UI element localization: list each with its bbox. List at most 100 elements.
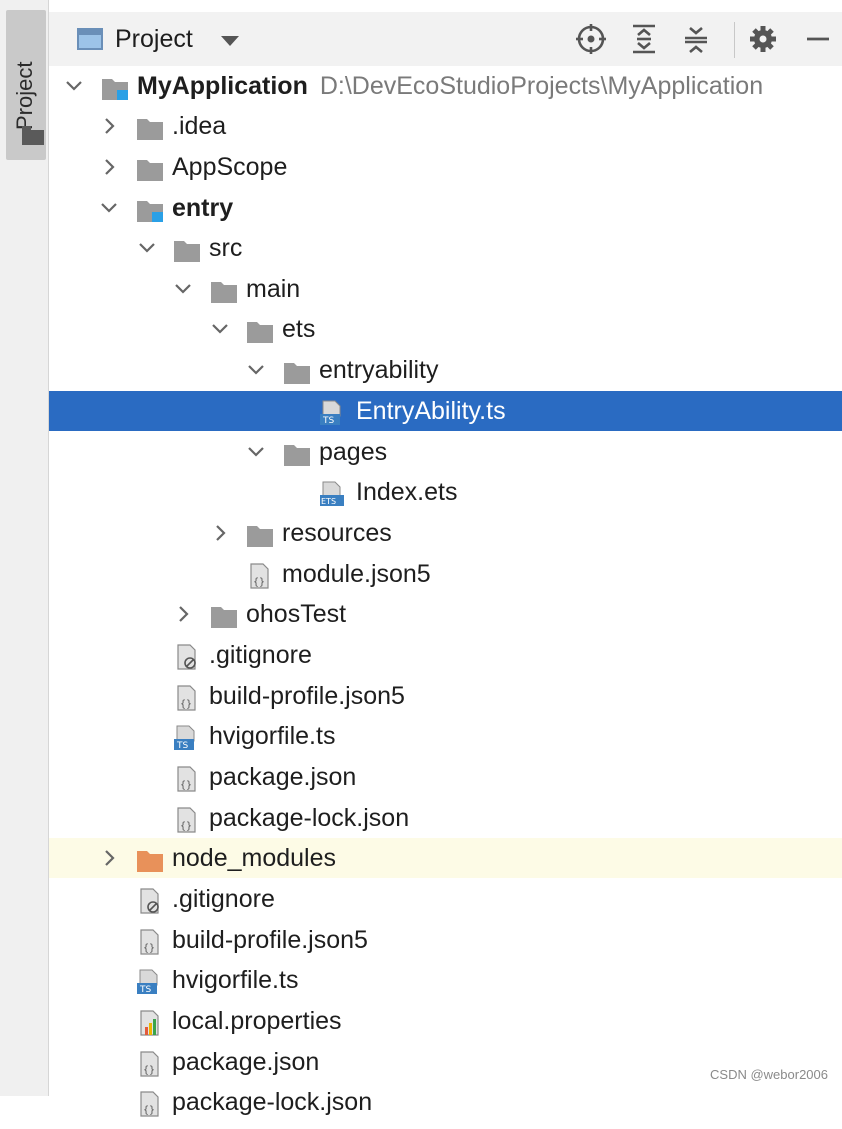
svg-text:{}: {}	[143, 1105, 155, 1116]
watermark: CSDN @webor2006	[710, 1067, 828, 1082]
tree-row-label: entry	[172, 194, 234, 222]
tree-row-label: package.json	[172, 1048, 320, 1076]
ts-file-icon: TS	[173, 723, 201, 751]
gitignore-file-icon	[173, 642, 201, 670]
expand-all-icon[interactable]	[627, 22, 661, 56]
svg-text:{}: {}	[143, 943, 155, 954]
tree-row-pages[interactable]: pages	[49, 432, 842, 472]
collapse-all-icon[interactable]	[679, 22, 713, 56]
chevron-down-icon[interactable]	[244, 350, 268, 390]
tree-row-entry-gitignore[interactable]: .gitignore	[49, 635, 842, 675]
svg-text:TS: TS	[176, 741, 188, 751]
tree-row-label: pages	[319, 438, 388, 466]
tree-row-label: build-profile.json5	[172, 926, 368, 954]
project-toolbar: Project	[49, 0, 842, 66]
folder-icon	[136, 154, 164, 181]
folder-icon	[283, 357, 311, 384]
tree-row-entry-package-lock[interactable]: {} package-lock.json	[49, 798, 842, 838]
tree-row-src[interactable]: src	[49, 228, 842, 268]
tree-row-root-hvigorfile[interactable]: TS hvigorfile.ts	[49, 960, 842, 1000]
tree-row-label: .idea	[172, 112, 227, 140]
tree-row-root-gitignore[interactable]: .gitignore	[49, 879, 842, 919]
module-folder-icon	[101, 73, 129, 100]
tree-row-node-modules[interactable]: node_modules	[49, 838, 842, 878]
ts-file-icon: TS	[136, 967, 164, 995]
tree-row-label: build-profile.json5	[209, 682, 405, 710]
tree-row-appscope[interactable]: AppScope	[49, 147, 842, 187]
chevron-down-icon[interactable]	[221, 36, 239, 46]
chevron-down-icon[interactable]	[97, 188, 121, 228]
excluded-folder-icon	[136, 845, 164, 872]
tree-row-label: entryability	[319, 356, 439, 384]
project-view-title[interactable]: Project	[115, 23, 193, 55]
chevron-down-icon[interactable]	[62, 66, 86, 106]
tree-row-label: MyApplication D:\DevEcoStudioProjects\MyA…	[137, 72, 764, 100]
tree-row-myapplication[interactable]: MyApplication D:\DevEcoStudioProjects\MyA…	[49, 66, 842, 106]
chevron-right-icon[interactable]	[97, 106, 121, 146]
settings-icon[interactable]	[746, 22, 780, 56]
project-view-icon	[77, 28, 103, 50]
tree-row-idea[interactable]: .idea	[49, 106, 842, 146]
svg-text:{}: {}	[180, 821, 192, 832]
tree-row-local-properties[interactable]: local.properties	[49, 1001, 842, 1041]
chevron-down-icon[interactable]	[208, 309, 232, 349]
tree-row-label: ets	[282, 315, 316, 343]
project-tab-label: Project	[12, 61, 37, 130]
chevron-right-icon[interactable]	[97, 147, 121, 187]
folder-icon	[283, 439, 311, 466]
tree-row-root-build-profile[interactable]: {} build-profile.json5	[49, 920, 842, 960]
project-tree: MyApplication D:\DevEcoStudioProjects\MyA…	[49, 66, 842, 1117]
chevron-down-icon[interactable]	[171, 269, 195, 309]
tree-row-label: AppScope	[172, 153, 288, 181]
tree-row-label: package-lock.json	[209, 804, 410, 832]
locate-icon[interactable]	[574, 22, 608, 56]
svg-text:{}: {}	[180, 780, 192, 791]
project-tool-window-tab[interactable]: Project	[6, 10, 46, 160]
tree-row-label: src	[209, 234, 243, 262]
json-file-icon: {}	[173, 764, 201, 792]
tree-row-resources[interactable]: resources	[49, 513, 842, 553]
tree-row-label: .gitignore	[209, 641, 312, 669]
chevron-down-icon[interactable]	[244, 432, 268, 472]
properties-file-icon	[136, 1008, 164, 1036]
svg-text:{}: {}	[180, 699, 192, 710]
tree-row-label: node_modules	[172, 844, 337, 872]
tree-row-module-json5[interactable]: {} module.json5	[49, 554, 842, 594]
json-file-icon: {}	[136, 927, 164, 955]
tree-row-entryability[interactable]: entryability	[49, 350, 842, 390]
tree-row-ets[interactable]: ets	[49, 309, 842, 349]
tree-row-label: hvigorfile.ts	[172, 966, 299, 994]
toolbar-separator	[734, 22, 735, 58]
json-file-icon: {}	[246, 561, 274, 589]
folder-icon	[210, 276, 238, 303]
project-path: D:\DevEcoStudioProjects\MyApplication	[319, 72, 764, 100]
module-folder-icon	[136, 195, 164, 222]
chevron-right-icon[interactable]	[208, 513, 232, 553]
hide-icon[interactable]	[801, 22, 835, 56]
json-file-icon: {}	[173, 683, 201, 711]
folder-icon	[210, 601, 238, 628]
tree-row-ohostest[interactable]: ohosTest	[49, 594, 842, 634]
ts-file-icon: TS	[319, 398, 347, 426]
tree-row-main[interactable]: main	[49, 269, 842, 309]
svg-text:{}: {}	[253, 577, 265, 588]
tree-row-label: package-lock.json	[172, 1088, 373, 1116]
tool-window-strip: Project	[0, 0, 49, 1096]
svg-text:TS: TS	[322, 416, 334, 426]
tree-row-index-ets[interactable]: ETS Index.ets	[49, 472, 842, 512]
tree-row-entry-build-profile[interactable]: {} build-profile.json5	[49, 676, 842, 716]
tree-row-entry-package-json[interactable]: {} package.json	[49, 757, 842, 797]
tree-row-entryability-ts[interactable]: TS EntryAbility.ts	[49, 391, 842, 431]
tree-row-label: Index.ets	[356, 478, 458, 506]
json-file-icon: {}	[136, 1049, 164, 1077]
svg-text:TS: TS	[139, 985, 151, 995]
chevron-down-icon[interactable]	[135, 228, 159, 268]
tree-row-label: module.json5	[282, 560, 431, 588]
chevron-right-icon[interactable]	[171, 594, 195, 634]
chevron-right-icon[interactable]	[97, 838, 121, 878]
folder-icon	[136, 113, 164, 140]
gitignore-file-icon	[136, 886, 164, 914]
tree-row-root-package-lock[interactable]: {} package-lock.json	[49, 1082, 842, 1122]
tree-row-entry-hvigorfile[interactable]: TS hvigorfile.ts	[49, 716, 842, 756]
tree-row-entry[interactable]: entry	[49, 188, 842, 228]
